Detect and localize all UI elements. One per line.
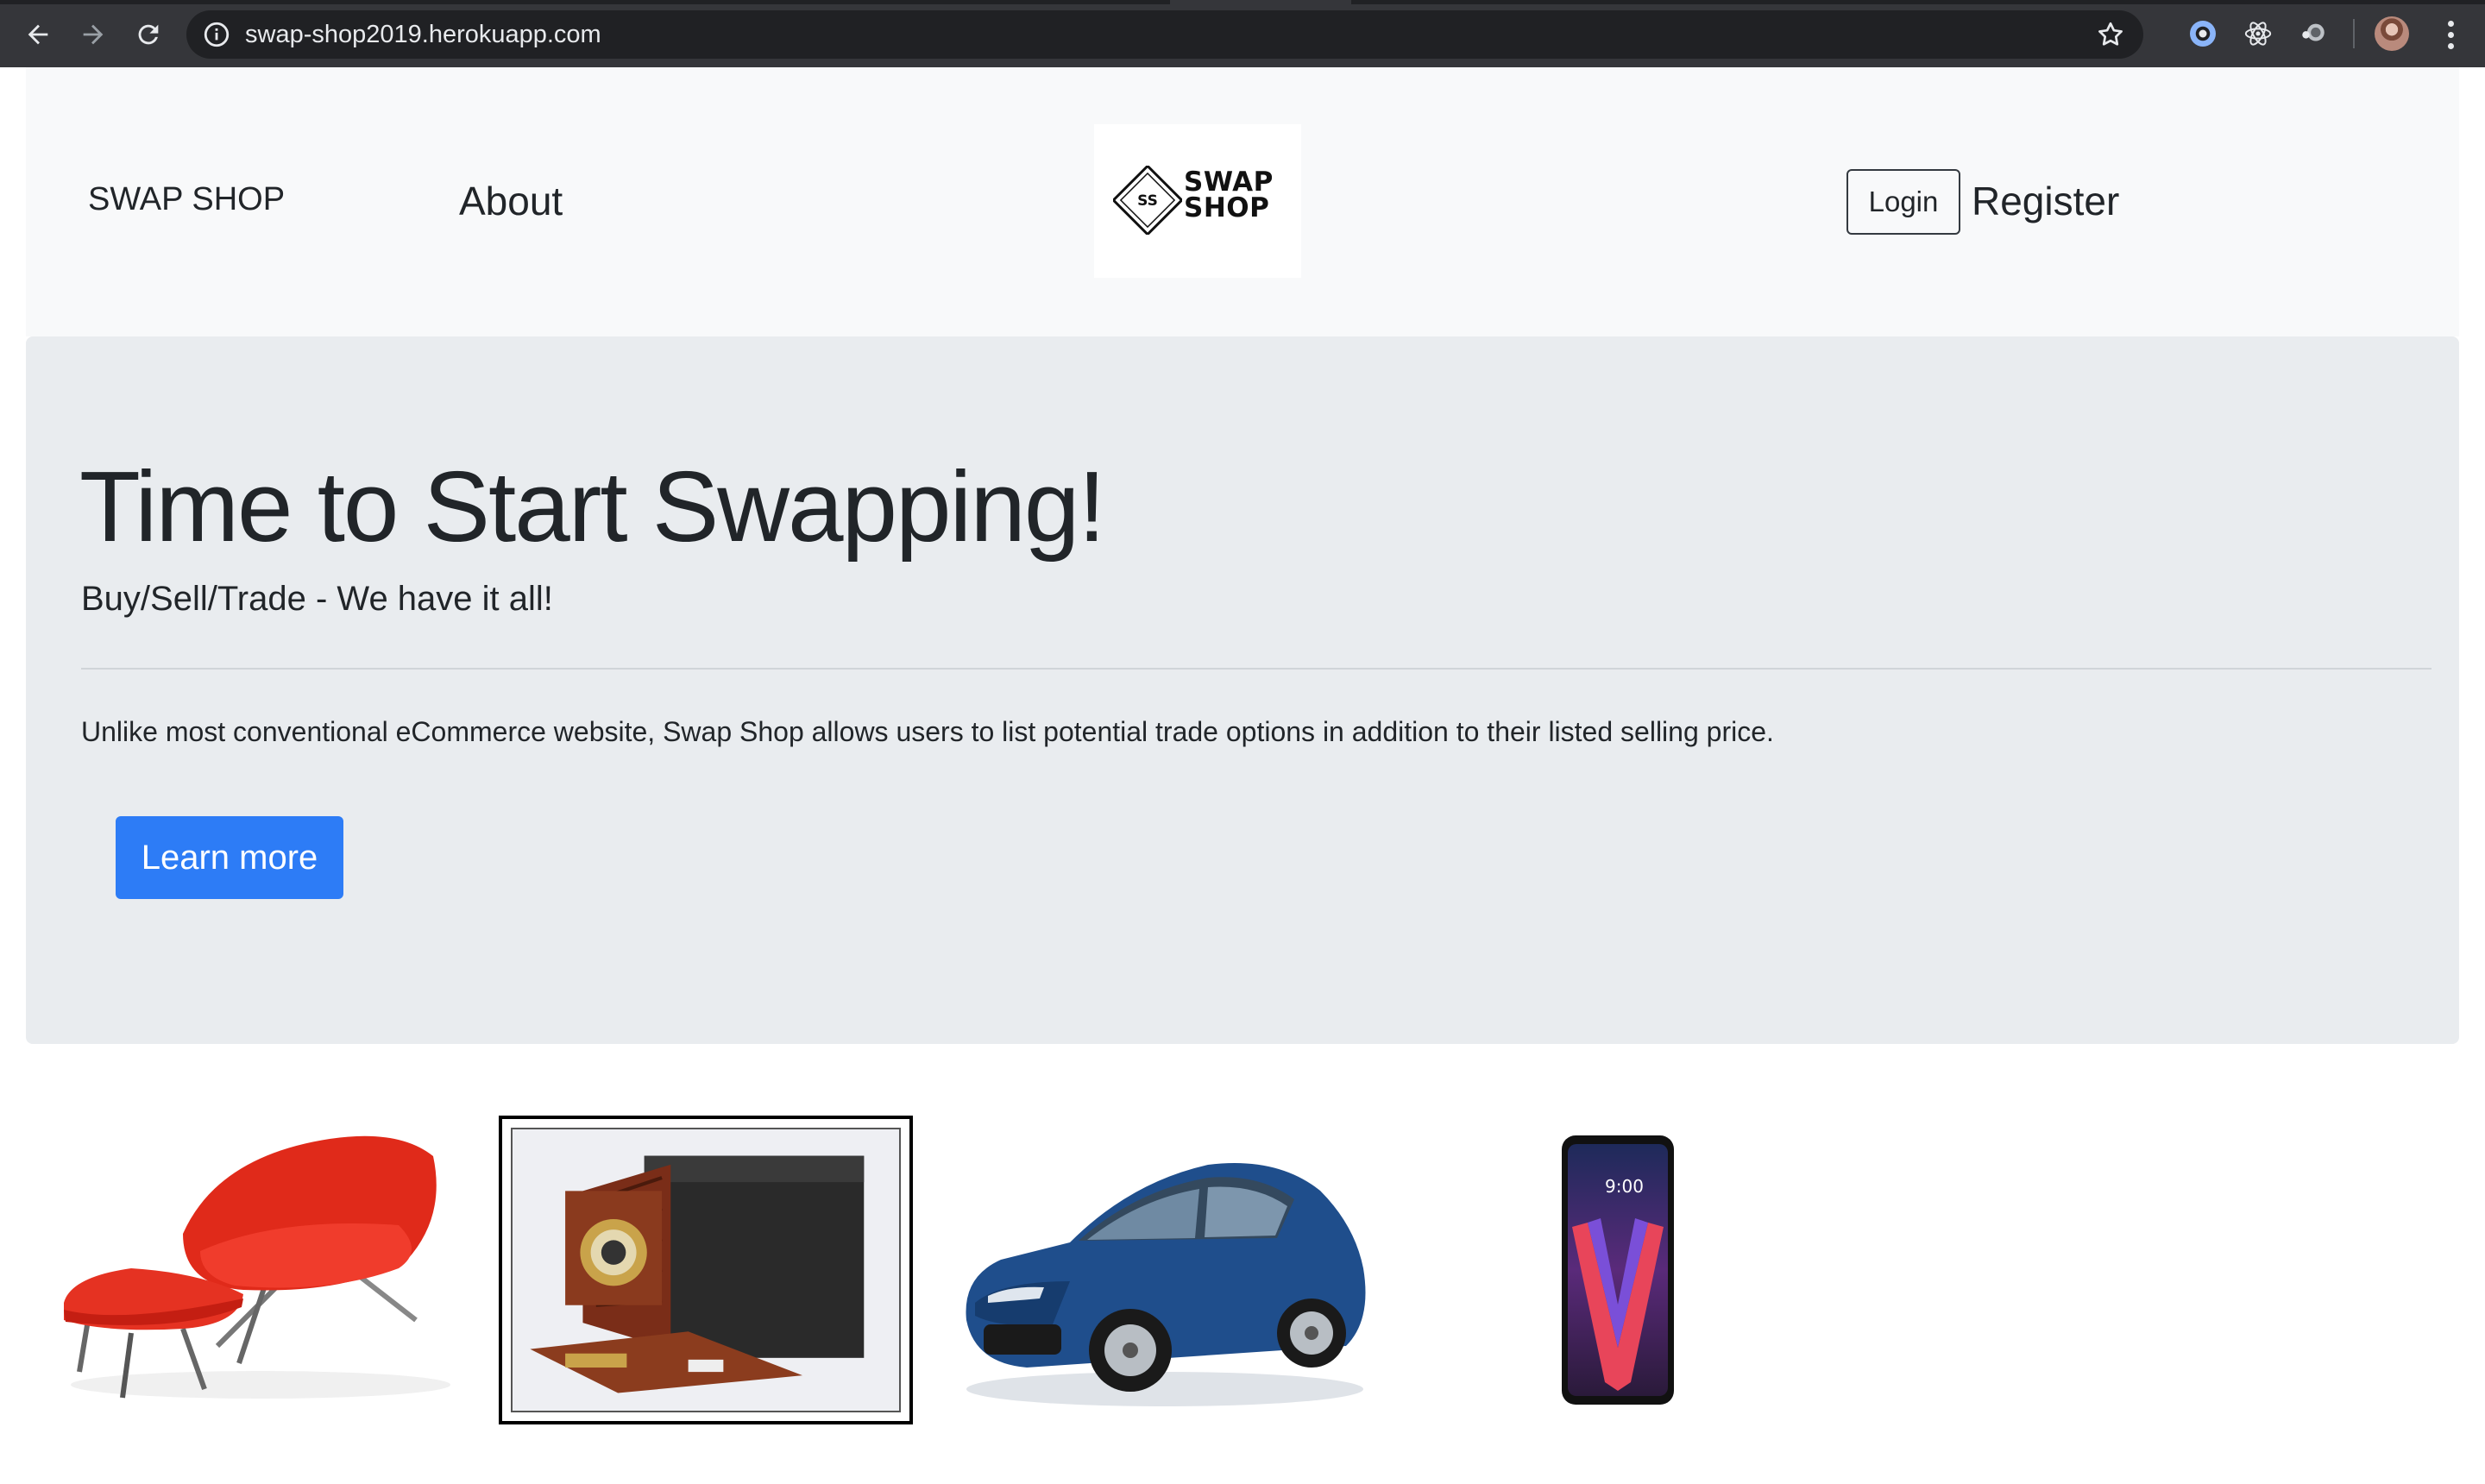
product-image-car[interactable] xyxy=(949,1130,1372,1415)
about-link[interactable]: About xyxy=(459,178,563,224)
extension-icon[interactable] xyxy=(2297,17,2330,50)
toolbar-separator xyxy=(2353,19,2355,48)
register-link[interactable]: Register xyxy=(1972,178,2119,224)
swap-shop-logo[interactable]: SS SWAP SHOP xyxy=(1094,124,1301,278)
logo-line-1: SWAP xyxy=(1184,167,1274,198)
logo-wordmark: SWAP SHOP xyxy=(1184,167,1274,223)
forward-arrow-icon[interactable] xyxy=(74,16,112,53)
back-arrow-icon[interactable] xyxy=(19,16,57,53)
react-devtools-icon[interactable] xyxy=(2242,17,2274,50)
login-button[interactable]: Login xyxy=(1846,169,1960,235)
tab-strip xyxy=(0,0,2485,4)
profile-avatar[interactable] xyxy=(2375,16,2409,51)
address-bar[interactable]: swap-shop2019.herokuapp.com xyxy=(186,10,2143,59)
reload-icon[interactable] xyxy=(129,16,167,53)
tab-edge xyxy=(1170,0,1351,4)
product-image-camera[interactable] xyxy=(499,1116,913,1424)
phone-clock: 9:00 xyxy=(1605,1176,1644,1197)
extension-icon[interactable] xyxy=(2186,17,2219,50)
url-text[interactable]: swap-shop2019.herokuapp.com xyxy=(245,10,601,59)
hero-jumbotron: Time to Start Swapping! Buy/Sell/Trade -… xyxy=(26,336,2459,1044)
diamond-logo-icon: SS xyxy=(1113,166,1182,235)
product-image-phone[interactable]: 9:00 xyxy=(1553,1132,1683,1408)
browser-toolbar: swap-shop2019.herokuapp.com xyxy=(0,0,2485,67)
divider xyxy=(81,668,2432,670)
brand-link[interactable]: SWAP SHOP xyxy=(88,181,285,218)
logo-line-2: SHOP xyxy=(1184,192,1270,223)
learn-more-button[interactable]: Learn more xyxy=(116,816,343,899)
hero-description: Unlike most conventional eCommerce websi… xyxy=(81,716,1774,747)
info-icon[interactable] xyxy=(202,20,231,49)
hero-title: Time to Start Swapping! xyxy=(79,450,1106,563)
site-navbar: SWAP SHOP About SS SWAP SHOP Login Regis… xyxy=(26,67,2459,336)
bookmark-star-icon[interactable] xyxy=(2095,19,2126,50)
product-image-chair[interactable] xyxy=(53,1122,468,1415)
logo-badge-text: SS xyxy=(1137,192,1158,210)
more-menu-icon[interactable] xyxy=(2435,17,2466,52)
hero-lead: Buy/Sell/Trade - We have it all! xyxy=(81,580,553,618)
